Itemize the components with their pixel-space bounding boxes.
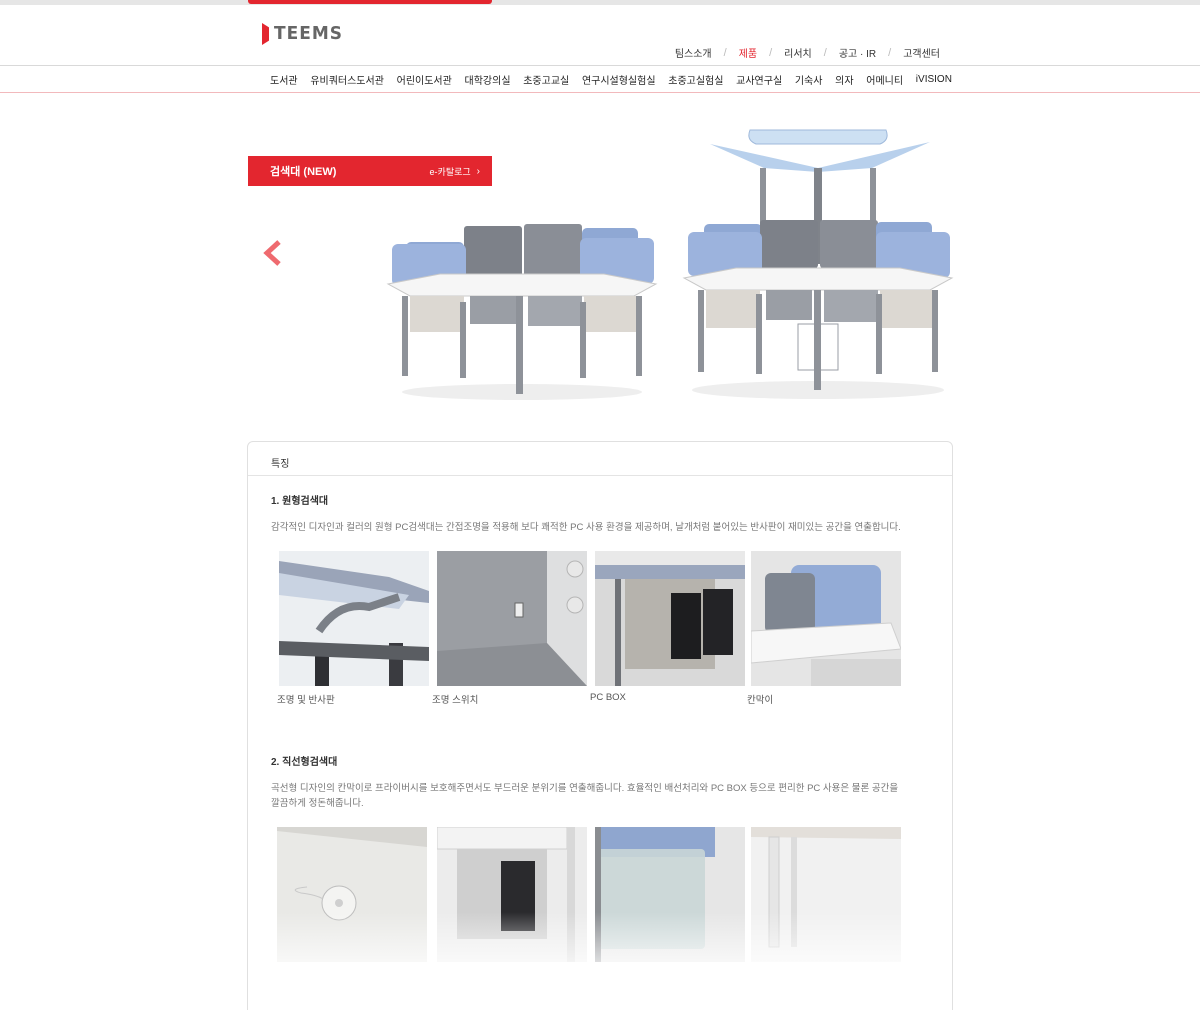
gnb-bottom-divider <box>0 92 1200 93</box>
product-title-bar: 검색대 (NEW) e-카탈로그 › <box>248 156 492 186</box>
section-desc-line: 곡선형 디자인의 칸막이로 프라이버시를 보호해주면서도 부드러운 분위기를 연… <box>271 783 899 794</box>
feature-caption-partition: 칸막이 <box>747 695 774 706</box>
feature-caption-switch: 조명 스위치 <box>432 695 479 706</box>
e-catalog-link[interactable]: e-카탈로그 › <box>430 165 480 178</box>
gnb-item-ivision[interactable]: iVISION <box>916 74 952 85</box>
gnb-item-ubiquitous-library[interactable]: 유비쿼터스도서관 <box>310 72 384 87</box>
gnb-item-chair[interactable]: 의자 <box>835 72 853 87</box>
gnb-item-classroom[interactable]: 초중고교실 <box>523 72 569 87</box>
logo-text: TEEMS <box>274 23 343 45</box>
feature-image-lighting-reflector <box>279 551 429 686</box>
section-desc-round-desk: 감각적인 디자인과 컬러의 원형 PC검색대는 간접조명을 적용해 보다 쾌적한… <box>271 522 901 533</box>
gnb-item-school-lab[interactable]: 초중고실험실 <box>668 72 723 87</box>
gnb-item-amenity[interactable]: 어메니티 <box>866 72 903 87</box>
product-image-search-desk <box>386 224 658 400</box>
top-decor-bar <box>0 0 1200 5</box>
top-accent-bar <box>248 0 492 4</box>
bottom-fade-overlay <box>248 912 952 1010</box>
gnb-item-kids-library[interactable]: 어린이도서관 <box>397 72 452 87</box>
util-nav-research[interactable]: 리서치 <box>772 45 824 60</box>
carousel-prev-button[interactable] <box>262 240 284 266</box>
logo-mark-icon <box>262 23 269 45</box>
e-catalog-label: e-카탈로그 <box>429 166 471 177</box>
section-title-linear-desk: 2. 직선형검색대 <box>271 757 338 768</box>
chevron-left-icon <box>263 240 281 266</box>
section-desc-linear-desk: 곡선형 디자인의 칸막이로 프라이버시를 보호해주면서도 부드러운 분위기를 연… <box>271 781 931 811</box>
features-panel: 특징 1. 원형검색대 감각적인 디자인과 컬러의 원형 PC검색대는 간접조명… <box>247 441 953 1010</box>
main-category-nav: 도서관 유비쿼터스도서관 어린이도서관 대학강의실 초중고교실 연구시설형실험실… <box>248 66 952 92</box>
gnb-item-lecture-room[interactable]: 대학강의실 <box>465 72 511 87</box>
product-title: 검색대 (NEW) <box>270 166 337 178</box>
features-heading: 특징 <box>248 442 952 476</box>
util-nav-ir[interactable]: 공고 · IR <box>827 45 888 60</box>
gnb-item-teacher-room[interactable]: 교사연구실 <box>736 72 782 87</box>
site-logo[interactable]: TEEMS <box>262 22 343 46</box>
feature-image-light-switch <box>437 551 587 686</box>
util-nav-support[interactable]: 고객센터 <box>891 45 952 60</box>
utility-nav: 팀스소개 / 제품 / 리서치 / 공고 · IR / 고객센터 <box>663 45 952 61</box>
gnb-item-research-lab[interactable]: 연구시설형실험실 <box>582 72 656 87</box>
gnb-item-library[interactable]: 도서관 <box>270 72 298 87</box>
chevron-right-icon: › <box>476 165 480 177</box>
section-title-round-desk: 1. 원형검색대 <box>271 496 329 507</box>
gnb-item-dormitory[interactable]: 기숙사 <box>795 72 823 87</box>
product-image-search-desk-lighting <box>682 129 954 399</box>
feature-caption-pc-box: PC BOX <box>590 692 626 703</box>
feature-image-partition <box>751 551 901 686</box>
feature-image-pc-box <box>595 551 745 686</box>
util-nav-about[interactable]: 팀스소개 <box>663 45 724 60</box>
section-desc-line: 깔끔하게 정돈해줍니다. <box>271 798 364 809</box>
feature-caption-lighting: 조명 및 반사판 <box>277 695 335 706</box>
util-nav-products[interactable]: 제품 <box>727 45 769 60</box>
